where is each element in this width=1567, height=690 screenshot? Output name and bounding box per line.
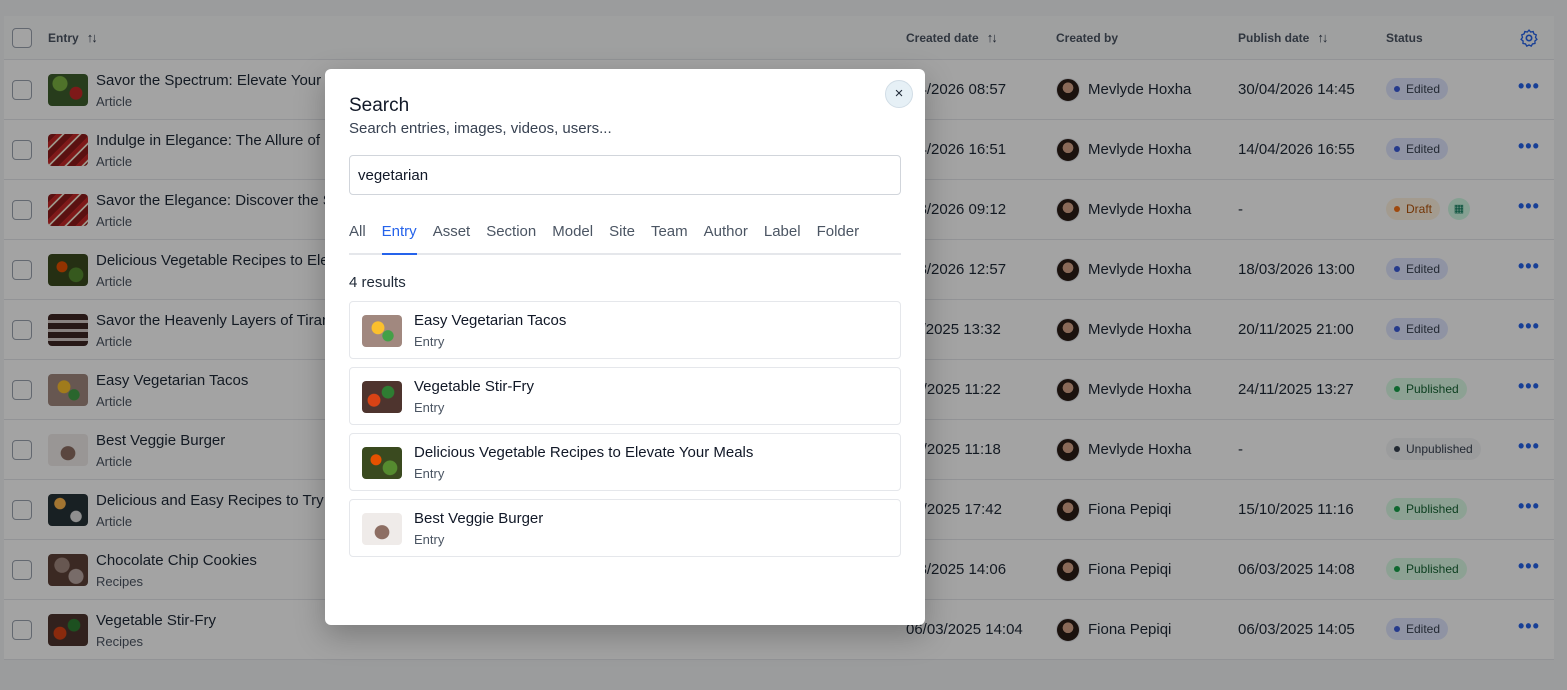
- tab-team[interactable]: Team: [651, 219, 688, 255]
- result-thumbnail: [362, 381, 402, 413]
- modal-subtitle: Search entries, images, videos, users...: [349, 120, 612, 137]
- tab-label[interactable]: Label: [764, 219, 801, 255]
- close-icon[interactable]: ×: [885, 80, 913, 108]
- tab-all[interactable]: All: [349, 219, 366, 255]
- result-type: Entry: [414, 466, 445, 481]
- tab-site[interactable]: Site: [609, 219, 635, 255]
- result-item[interactable]: Best Veggie Burger Entry: [349, 499, 901, 557]
- tab-asset[interactable]: Asset: [433, 219, 471, 255]
- tab-model[interactable]: Model: [552, 219, 593, 255]
- result-type: Entry: [414, 334, 445, 349]
- result-thumbnail: [362, 513, 402, 545]
- tab-folder[interactable]: Folder: [817, 219, 860, 255]
- tab-entry[interactable]: Entry: [381, 219, 417, 255]
- result-type: Entry: [414, 532, 445, 547]
- result-title: Delicious Vegetable Recipes to Elevate Y…: [414, 444, 754, 461]
- search-modal: Search Search entries, images, videos, u…: [325, 69, 925, 625]
- result-title: Easy Vegetarian Tacos: [414, 312, 567, 329]
- modal-title: Search: [349, 95, 410, 116]
- result-type: Entry: [414, 400, 445, 415]
- tab-author[interactable]: Author: [704, 219, 748, 255]
- result-thumbnail: [362, 315, 402, 347]
- result-title: Vegetable Stir-Fry: [414, 378, 535, 395]
- result-count: 4 results: [349, 274, 406, 291]
- search-tabs: All Entry Asset Section Model Site Team Author L…: [349, 219, 901, 255]
- result-item[interactable]: Delicious Vegetable Recipes to Elevate Y…: [349, 433, 901, 491]
- result-title: Best Veggie Burger: [414, 510, 544, 527]
- result-item[interactable]: Vegetable Stir-Fry Entry: [349, 367, 901, 425]
- result-thumbnail: [362, 447, 402, 479]
- tab-section[interactable]: Section: [486, 219, 536, 255]
- result-item[interactable]: Easy Vegetarian Tacos Entry: [349, 301, 901, 359]
- search-input[interactable]: [349, 155, 901, 195]
